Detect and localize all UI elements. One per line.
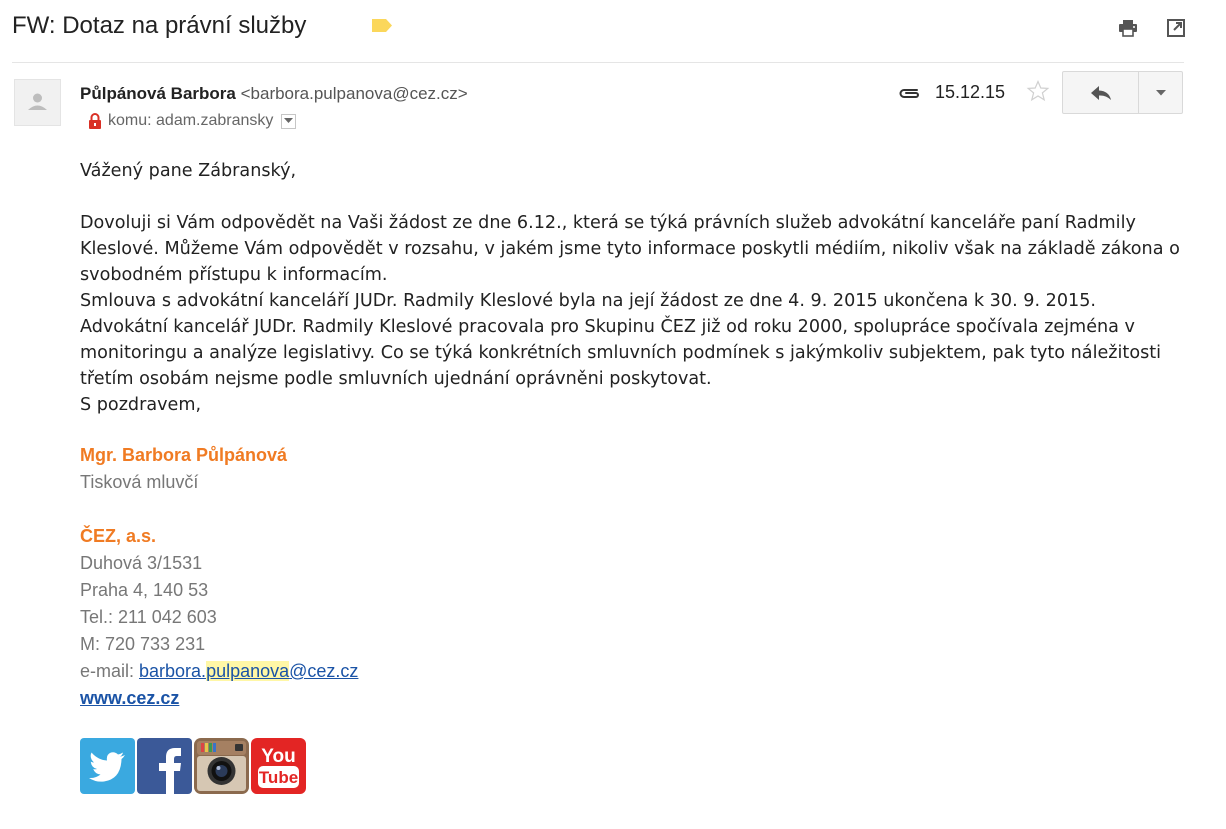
label-icon[interactable]: [371, 18, 393, 33]
recipient-details-button[interactable]: [281, 113, 297, 129]
sender-email: <barbora.pulpanova@cez.cz>: [240, 84, 468, 103]
signature-company: ČEZ, a.s.: [80, 526, 157, 546]
paperclip-icon: [899, 89, 919, 98]
message-body: Vážený pane Zábranský, Dovoluji si Vám o…: [80, 158, 1180, 418]
signature-name: Mgr. Barbora Půlpánová: [80, 445, 288, 465]
youtube-icon[interactable]: You Tube: [251, 738, 306, 794]
signature-email-line: e-mail: barbora.pulpanova@cez.cz: [80, 658, 358, 685]
header-divider: [12, 62, 1184, 63]
email-link[interactable]: barbora.pulpanova@cez.cz: [139, 661, 358, 681]
person-icon: [28, 93, 47, 110]
subject-bar: FW: Dotaz na právní služby: [0, 0, 1226, 62]
website-link[interactable]: www.cez.cz: [80, 688, 179, 708]
signature-tel: Tel.: 211 042 603: [80, 607, 217, 627]
avatar[interactable]: [14, 79, 61, 126]
paragraph-1: Dovoluji si Vám odpovědět na Vaši žádost…: [80, 213, 1180, 285]
chevron-down-icon: [1155, 89, 1166, 95]
more-options-button[interactable]: [1138, 71, 1183, 114]
greeting: Vážený pane Zábranský,: [80, 161, 297, 181]
signature-city: Praha 4, 140 53: [80, 580, 209, 600]
youtube-text-tube: Tube: [259, 768, 298, 787]
signature: Mgr. Barbora Půlpánová Tisková mluvčí ČE…: [80, 442, 358, 712]
facebook-icon[interactable]: [137, 738, 192, 794]
email-label: e-mail:: [80, 661, 140, 681]
reply-icon: [1090, 85, 1111, 100]
print-icon[interactable]: [1116, 16, 1140, 40]
recipient-line: komu: adam.zabransky: [88, 112, 297, 130]
signature-mobile: M: 720 733 231: [80, 634, 206, 654]
message-date: 15.12.15: [935, 82, 1006, 102]
star-icon[interactable]: [1026, 79, 1050, 103]
signature-street: Duhová 3/1531: [80, 553, 203, 573]
recipient-text: komu: adam.zabransky: [108, 112, 274, 129]
sender-name[interactable]: Půlpánová Barbora: [80, 84, 236, 103]
lock-icon: [89, 113, 101, 129]
twitter-icon[interactable]: [80, 738, 135, 794]
social-links: You Tube: [80, 738, 306, 794]
youtube-text-you: You: [261, 746, 295, 767]
chevron-down-icon: [284, 118, 294, 123]
reply-button[interactable]: [1062, 71, 1139, 114]
paragraph-2: Smlouva s advokátní kanceláří JUDr. Radm…: [80, 291, 1162, 389]
email-subject: FW: Dotaz na právní služby: [12, 12, 307, 39]
new-window-icon[interactable]: [1164, 16, 1188, 40]
closing: S pozdravem,: [80, 395, 202, 415]
instagram-icon[interactable]: [194, 738, 249, 794]
sender-line: Půlpánová Barbora <barbora.pulpanova@cez…: [80, 84, 468, 104]
signature-title: Tisková mluvčí: [80, 472, 199, 492]
